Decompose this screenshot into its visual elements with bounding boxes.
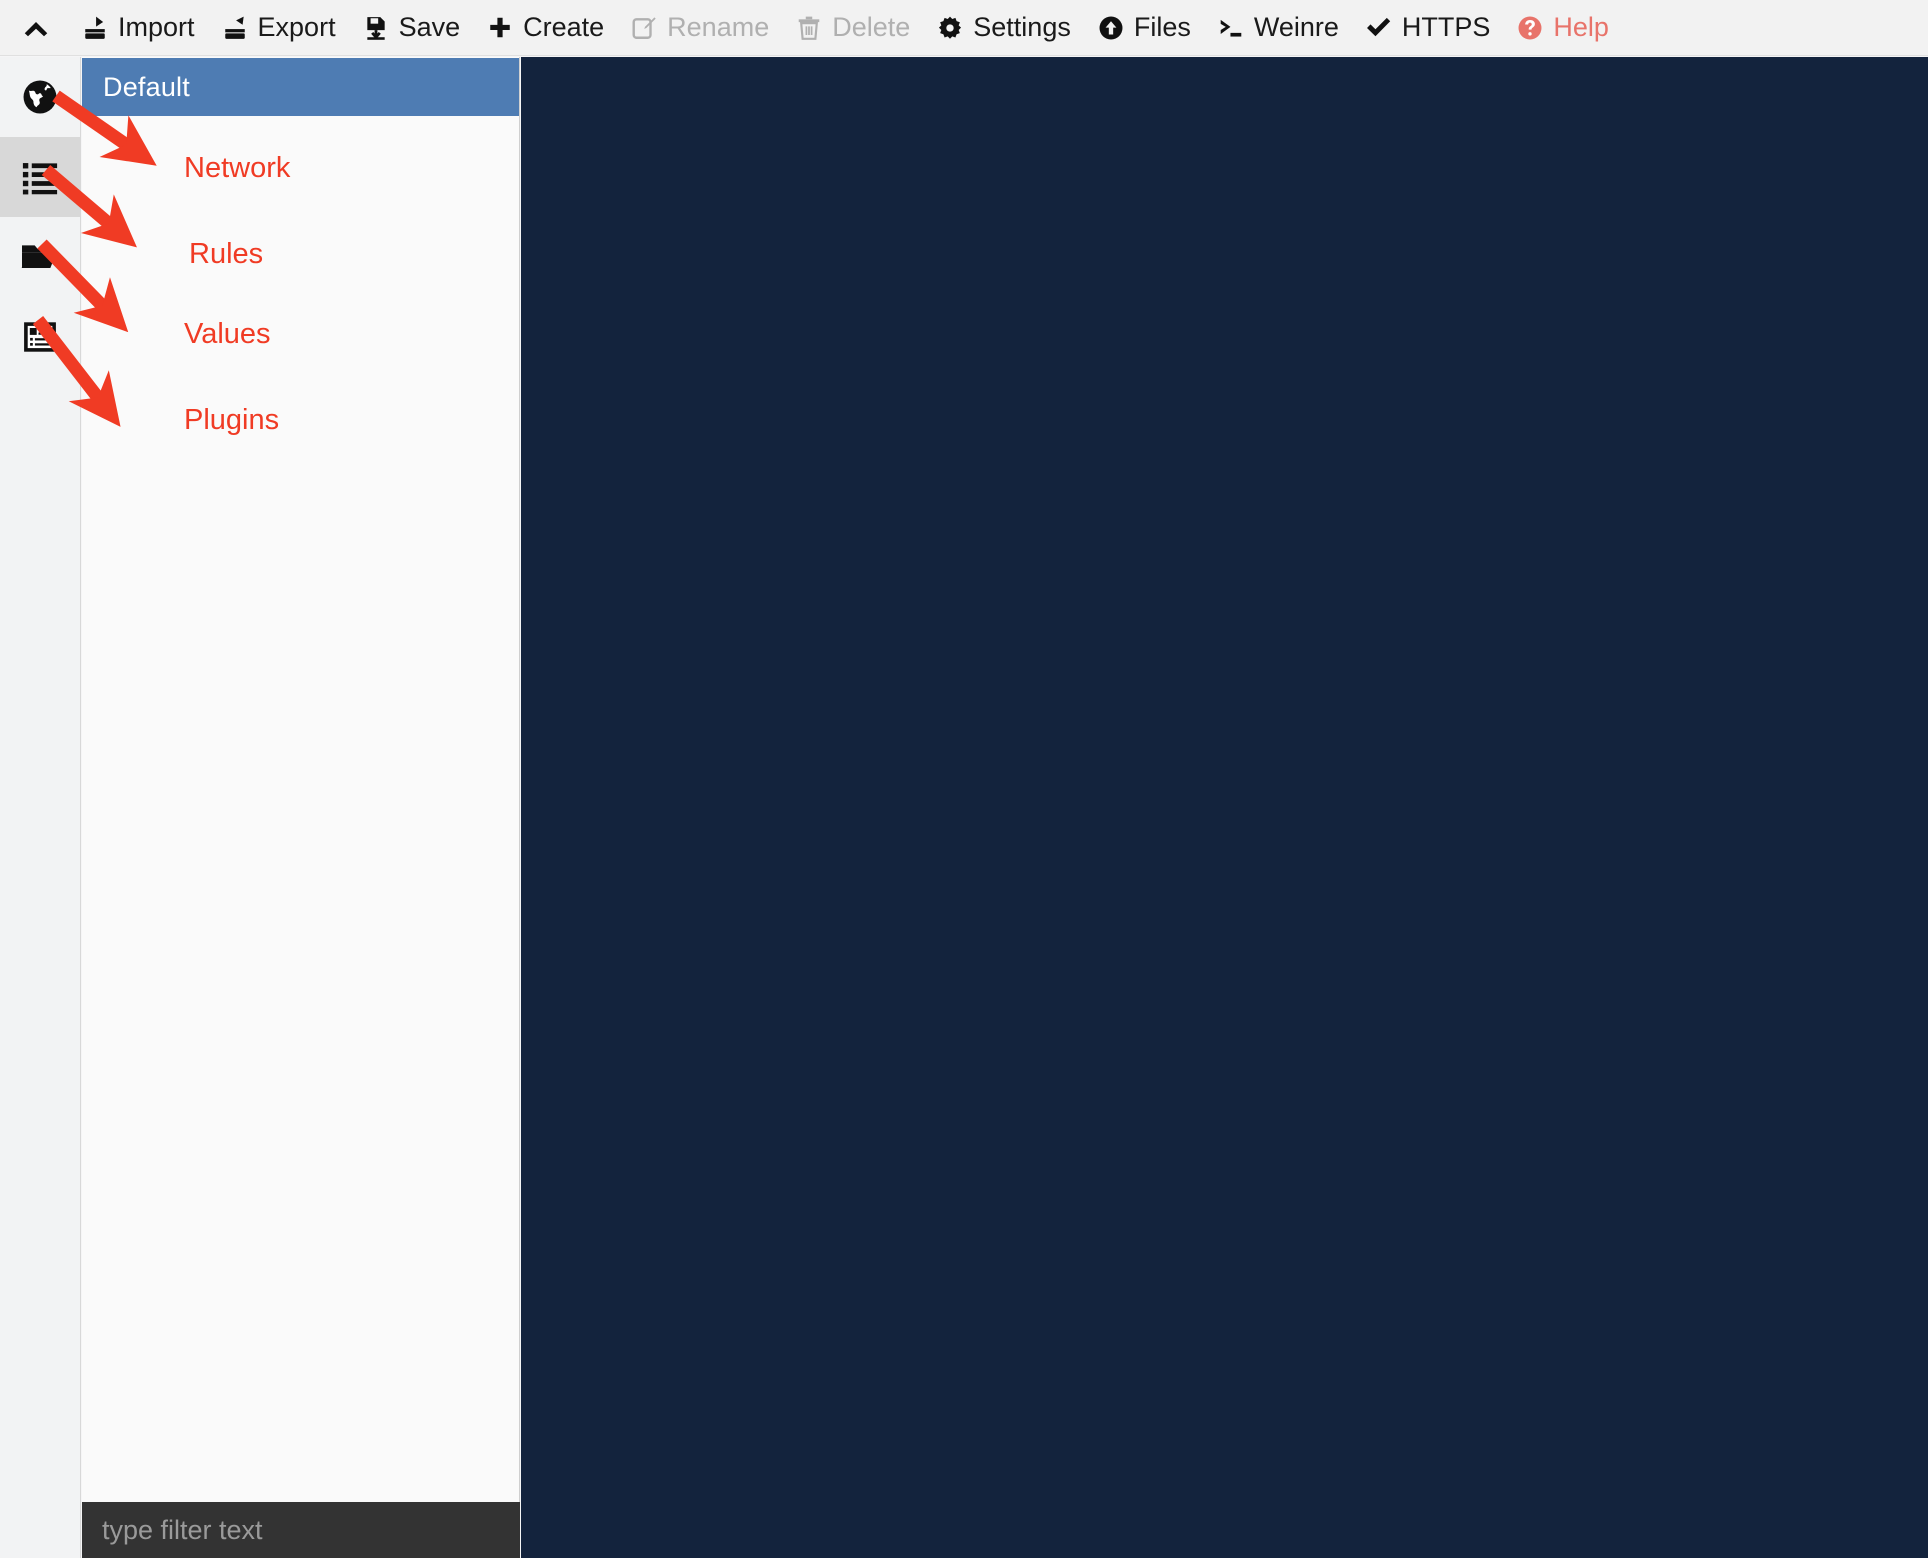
toolbar-button-files[interactable]: Files xyxy=(1084,7,1204,49)
main-content-panel xyxy=(521,57,1928,1558)
plus-icon xyxy=(486,14,514,42)
list-icon xyxy=(21,158,59,196)
toolbar-label-import: Import xyxy=(118,12,195,42)
toolbar-button-export[interactable]: Export xyxy=(208,7,349,49)
annotation-label-network: Network xyxy=(184,152,291,184)
export-icon xyxy=(221,14,249,42)
toolbar-button-weinre[interactable]: Weinre xyxy=(1204,7,1352,49)
toolbar-label-save: Save xyxy=(398,12,461,42)
save-icon xyxy=(362,14,390,42)
properties-icon xyxy=(22,319,58,355)
app-window: Import Export Save Create Rename Delete … xyxy=(0,0,1928,1558)
annotation-label-values: Values xyxy=(184,318,271,350)
upload-circle-icon xyxy=(1097,14,1125,42)
toolbar-button-settings[interactable]: Settings xyxy=(923,7,1084,49)
rail-item-properties[interactable] xyxy=(0,297,80,377)
import-icon xyxy=(81,14,109,42)
chevron-up-icon[interactable] xyxy=(14,7,58,49)
trash-icon xyxy=(795,14,823,42)
toolbar-label-settings: Settings xyxy=(973,12,1071,42)
main-toolbar: Import Export Save Create Rename Delete … xyxy=(0,0,1928,56)
config-tree-panel: Default xyxy=(82,57,520,1558)
toolbar-label-https: HTTPS xyxy=(1401,12,1491,42)
annotation-label-plugins: Plugins xyxy=(184,404,280,436)
toolbar-button-import[interactable]: Import xyxy=(68,7,208,49)
rail-item-list[interactable] xyxy=(0,137,80,217)
toolbar-label-help: Help xyxy=(1553,12,1609,42)
toolbar-button-delete[interactable]: Delete xyxy=(782,7,923,49)
folder-open-icon xyxy=(20,237,60,277)
toolbar-label-files: Files xyxy=(1133,12,1191,42)
question-circle-icon xyxy=(1516,14,1544,42)
toolbar-button-https[interactable]: HTTPS xyxy=(1352,7,1504,49)
toolbar-button-save[interactable]: Save xyxy=(349,7,474,49)
rename-icon xyxy=(630,14,658,42)
terminal-icon xyxy=(1217,14,1245,42)
toolbar-button-help[interactable]: Help xyxy=(1503,7,1622,49)
toolbar-button-rename[interactable]: Rename xyxy=(617,7,782,49)
check-icon xyxy=(1365,14,1393,42)
icon-rail xyxy=(0,57,81,1558)
rail-item-globe[interactable] xyxy=(0,57,80,137)
toolbar-label-export: Export xyxy=(257,12,336,42)
toolbar-label-weinre: Weinre xyxy=(1253,12,1339,42)
toolbar-button-create[interactable]: Create xyxy=(473,7,617,49)
tree-node-default[interactable]: Default xyxy=(82,58,519,116)
rail-item-folder[interactable] xyxy=(0,217,80,297)
filter-input[interactable] xyxy=(100,1513,520,1547)
toolbar-label-rename: Rename xyxy=(667,12,770,42)
tree-node-label: Default xyxy=(103,71,190,102)
toolbar-label-delete: Delete xyxy=(832,12,911,42)
gear-icon xyxy=(936,14,964,42)
globe-icon xyxy=(21,78,59,116)
toolbar-label-create: Create xyxy=(523,12,605,42)
annotation-label-rules: Rules xyxy=(189,238,264,270)
filter-box[interactable] xyxy=(82,1502,520,1558)
